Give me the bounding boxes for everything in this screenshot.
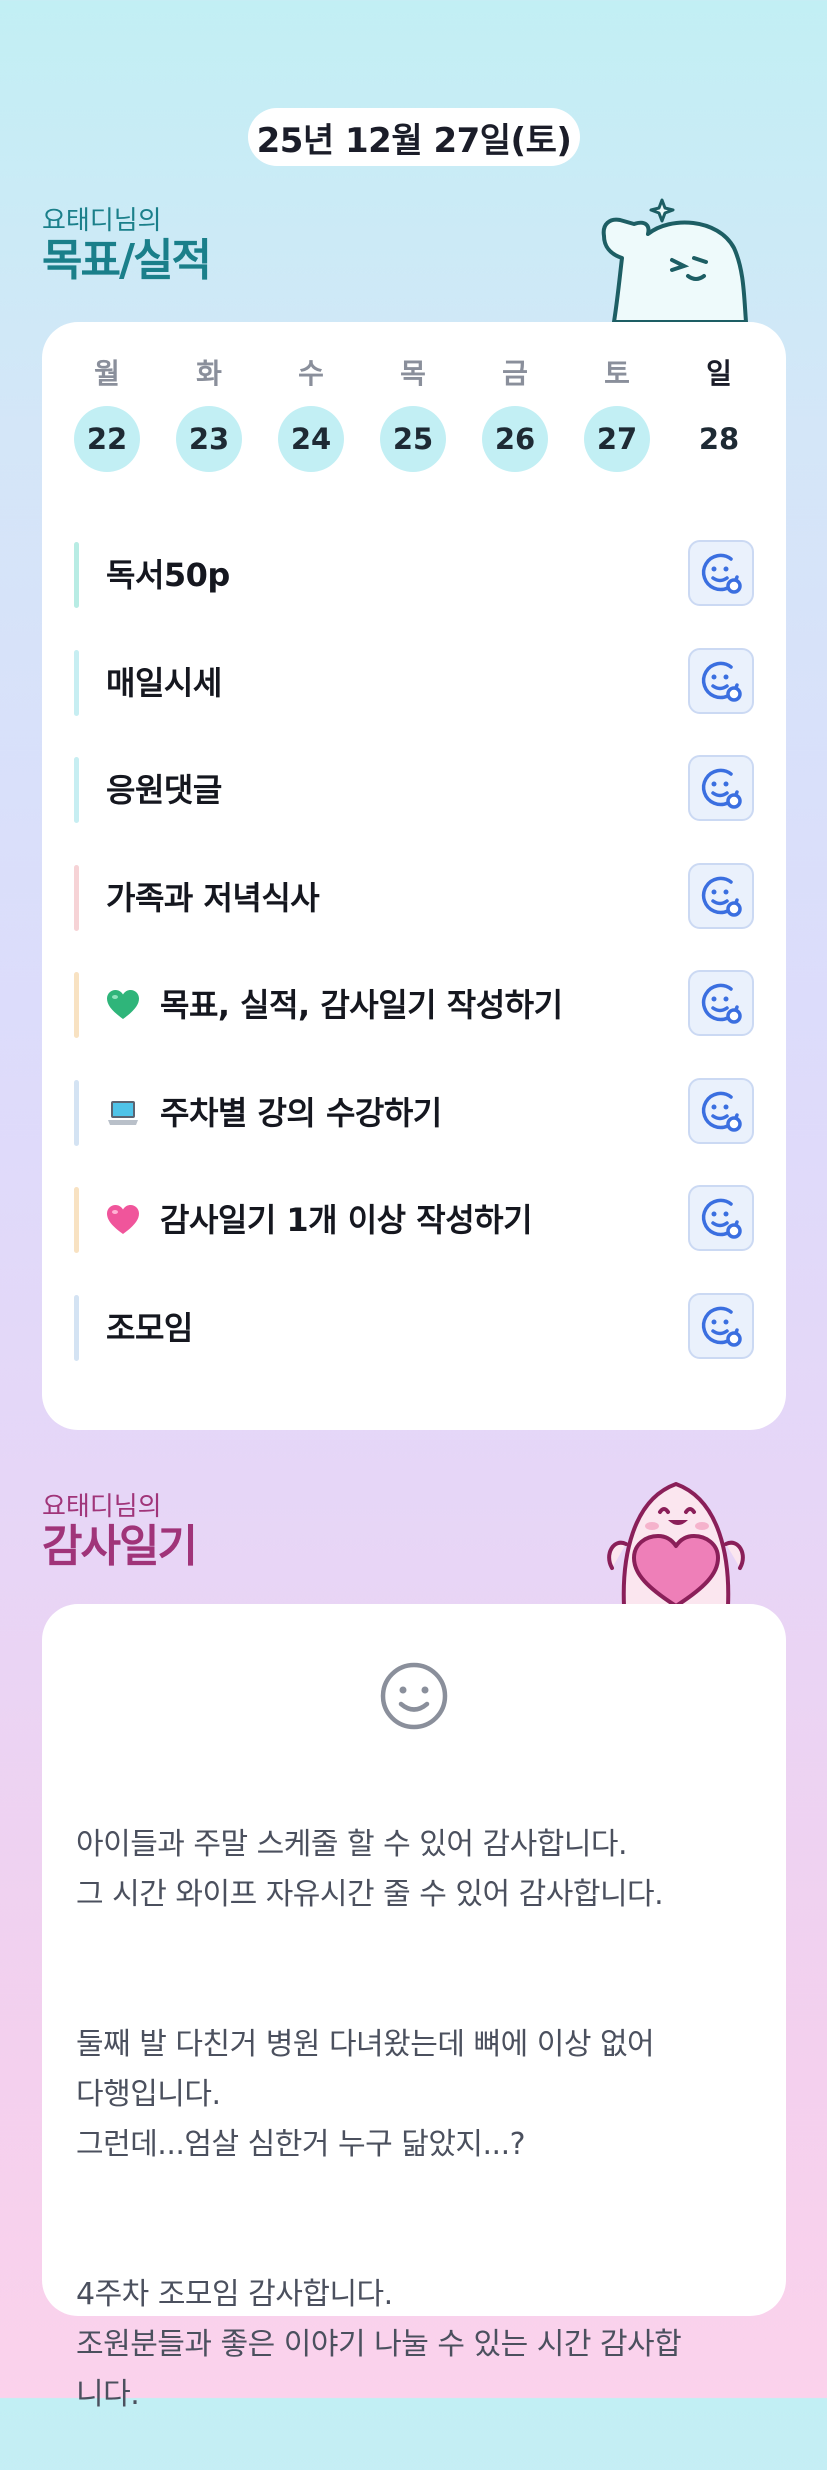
goal-row: 독서50p <box>74 540 754 610</box>
day-number: 25 <box>380 406 446 472</box>
smile-add-icon <box>701 1091 742 1132</box>
goal-check-button[interactable] <box>688 970 754 1036</box>
goal-check-button[interactable] <box>688 1078 754 1144</box>
goal-color-bar <box>74 757 79 823</box>
goal-check-button[interactable] <box>688 648 754 714</box>
smile-add-icon <box>701 1306 742 1347</box>
diary-title: 감사일기 <box>42 1521 198 1572</box>
goal-text: 응원댓글 <box>106 771 222 809</box>
day-number: 23 <box>176 406 242 472</box>
goals-card: 월 22 화 23 수 24 목 25 금 26 토 27 일 28 독서50p… <box>42 322 786 1430</box>
weekday-label: 수 <box>298 357 324 390</box>
day-number: 24 <box>278 406 344 472</box>
smile-add-icon <box>701 876 742 917</box>
goals-title: 목표/실적 <box>42 235 212 286</box>
day-mon[interactable]: 월 22 <box>74 354 140 472</box>
goal-check-button[interactable] <box>688 863 754 929</box>
goal-color-bar <box>74 650 79 716</box>
goal-text: 목표, 실적, 감사일기 작성하기 <box>160 986 563 1024</box>
day-tue[interactable]: 화 23 <box>176 354 242 472</box>
day-number: 27 <box>584 406 650 472</box>
goal-color-bar <box>74 972 79 1038</box>
goal-color-bar <box>74 1295 79 1361</box>
goal-label: 매일시세 <box>106 648 222 718</box>
goal-row: 목표, 실적, 감사일기 작성하기 <box>74 970 754 1040</box>
heart-mascot-icon <box>607 1482 745 1606</box>
goal-row: 가족과 저녁식사 <box>74 863 754 933</box>
diary-paragraph: 둘째 발 다친거 병원 다녀왔는데 뼈에 이상 없어 다행입니다. 그런데...… <box>76 2027 655 2162</box>
goal-label: 응원댓글 <box>106 755 222 825</box>
ghost-mascot-icon <box>601 198 748 324</box>
goal-label: 목표, 실적, 감사일기 작성하기 <box>106 970 563 1040</box>
smile-add-icon <box>701 983 742 1024</box>
smile-add-icon <box>701 768 742 809</box>
goal-text: 감사일기 1개 이상 작성하기 <box>160 1201 533 1239</box>
goal-text: 매일시세 <box>106 664 222 702</box>
green-heart-icon <box>107 990 139 1019</box>
smile-face-icon[interactable] <box>379 1661 449 1731</box>
weekday-label: 토 <box>604 357 630 390</box>
pink-heart-icon <box>107 1205 139 1234</box>
day-fri[interactable]: 금 26 <box>482 354 548 472</box>
weekday-label: 일 <box>706 357 732 390</box>
day-number: 26 <box>482 406 548 472</box>
goal-color-bar <box>74 865 79 931</box>
goal-row: 응원댓글 <box>74 755 754 825</box>
diary-card: 아이들과 주말 스케줄 할 수 있어 감사합니다. 그 시간 와이프 자유시간 … <box>42 1604 786 2412</box>
smile-add-icon <box>701 553 742 594</box>
goal-text: 독서50p <box>106 556 230 594</box>
goal-color-bar <box>74 1080 79 1146</box>
day-sun[interactable]: 일 28 <box>686 354 752 472</box>
goal-check-button[interactable] <box>688 755 754 821</box>
goal-color-bar <box>74 1187 79 1253</box>
goal-label: 주차별 강의 수강하기 <box>106 1078 442 1148</box>
diary-text: 아이들과 주말 스케줄 할 수 있어 감사합니다. 그 시간 와이프 자유시간 … <box>76 1770 756 2470</box>
goal-color-bar <box>74 542 79 608</box>
goal-row: 감사일기 1개 이상 작성하기 <box>74 1185 754 1255</box>
goal-label: 감사일기 1개 이상 작성하기 <box>106 1185 533 1255</box>
weekday-label: 화 <box>196 357 222 390</box>
goal-row: 매일시세 <box>74 648 754 718</box>
goal-label: 가족과 저녁식사 <box>106 863 320 933</box>
day-wed[interactable]: 수 24 <box>278 354 344 472</box>
weekday-label: 금 <box>502 357 528 390</box>
weekday-label: 월 <box>94 357 120 390</box>
goals-subtitle: 요태디님의 <box>42 206 162 236</box>
goal-row: 주차별 강의 수강하기 <box>74 1078 754 1148</box>
goal-check-button[interactable] <box>688 540 754 606</box>
goal-text: 조모임 <box>106 1309 193 1347</box>
date-label: 25년 12월 27일(토) <box>256 120 572 161</box>
day-number: 28 <box>698 422 740 456</box>
goal-label: 독서50p <box>106 540 230 610</box>
goal-check-button[interactable] <box>688 1185 754 1251</box>
day-thu[interactable]: 목 25 <box>380 354 446 472</box>
date-pill: 25년 12월 27일(토) <box>248 108 580 166</box>
goal-text: 주차별 강의 수강하기 <box>160 1094 442 1132</box>
diary-paragraph: 아이들과 주말 스케줄 할 수 있어 감사합니다. 그 시간 와이프 자유시간 … <box>76 1827 664 1912</box>
day-sat[interactable]: 토 27 <box>584 354 650 472</box>
goal-label: 조모임 <box>106 1293 193 1363</box>
laptop-icon <box>108 1101 138 1125</box>
weekday-label: 목 <box>400 357 426 390</box>
goals-section-title: 요태디님의 목표/실적 <box>42 206 212 286</box>
diary-subtitle: 요태디님의 <box>42 1492 162 1522</box>
goal-row: 조모임 <box>74 1293 754 1363</box>
goal-check-button[interactable] <box>688 1293 754 1359</box>
goal-text: 가족과 저녁식사 <box>106 879 320 917</box>
diary-section-title: 요태디님의 감사일기 <box>42 1492 198 1572</box>
smile-add-icon <box>701 1198 742 1239</box>
day-number: 22 <box>74 406 140 472</box>
smile-add-icon <box>701 661 742 702</box>
